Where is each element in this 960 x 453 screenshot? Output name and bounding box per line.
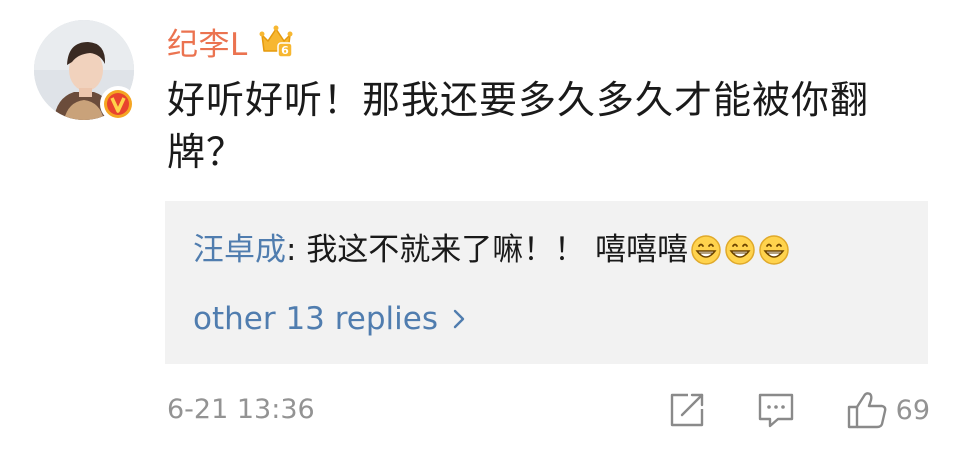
comment-icon xyxy=(758,393,793,428)
more-replies-link[interactable]: other 13 replies xyxy=(193,296,466,342)
share-icon xyxy=(670,393,703,427)
avatar[interactable] xyxy=(34,20,136,122)
grin-emoji-icon xyxy=(691,235,721,265)
vip-crown-icon[interactable]: 6 xyxy=(258,23,294,59)
more-replies-label: other 13 replies xyxy=(193,301,439,337)
reply-text: 我这不就来了嘛！！ 嘻嘻嘻 xyxy=(306,232,689,268)
verified-badge-icon xyxy=(100,86,136,122)
reply-button[interactable] xyxy=(756,391,796,429)
comment-item: 纪李L 6 好听好听！那我还要多久多久才能被你翻牌？ 汪卓成: 我这不就来了嘛！… xyxy=(0,0,960,453)
thumbs-up-icon xyxy=(847,392,887,429)
reply-preview-line: 汪卓成: 我这不就来了嘛！！ 嘻嘻嘻 xyxy=(193,227,790,273)
username-row: 纪李L 6 xyxy=(167,19,294,64)
like-count: 69 xyxy=(895,394,930,426)
reply-preview-box[interactable]: 汪卓成: 我这不就来了嘛！！ 嘻嘻嘻 other 13 replies xyxy=(165,201,928,364)
comment-actions: 69 xyxy=(668,388,930,432)
reply-author[interactable]: 汪卓成 xyxy=(193,227,286,273)
chevron-right-icon xyxy=(453,309,465,329)
comment-timestamp: 6-21 13:36 xyxy=(167,394,315,425)
comment-text: 好听好听！那我还要多久多久才能被你翻牌？ xyxy=(167,78,870,174)
username[interactable]: 纪李L xyxy=(167,19,248,64)
share-button[interactable] xyxy=(668,391,706,429)
grin-emoji-icon xyxy=(725,235,755,265)
grin-emoji-icon xyxy=(759,235,789,265)
like-button[interactable]: 69 xyxy=(846,390,930,430)
reply-separator: : xyxy=(286,232,307,268)
svg-text:6: 6 xyxy=(281,44,289,57)
